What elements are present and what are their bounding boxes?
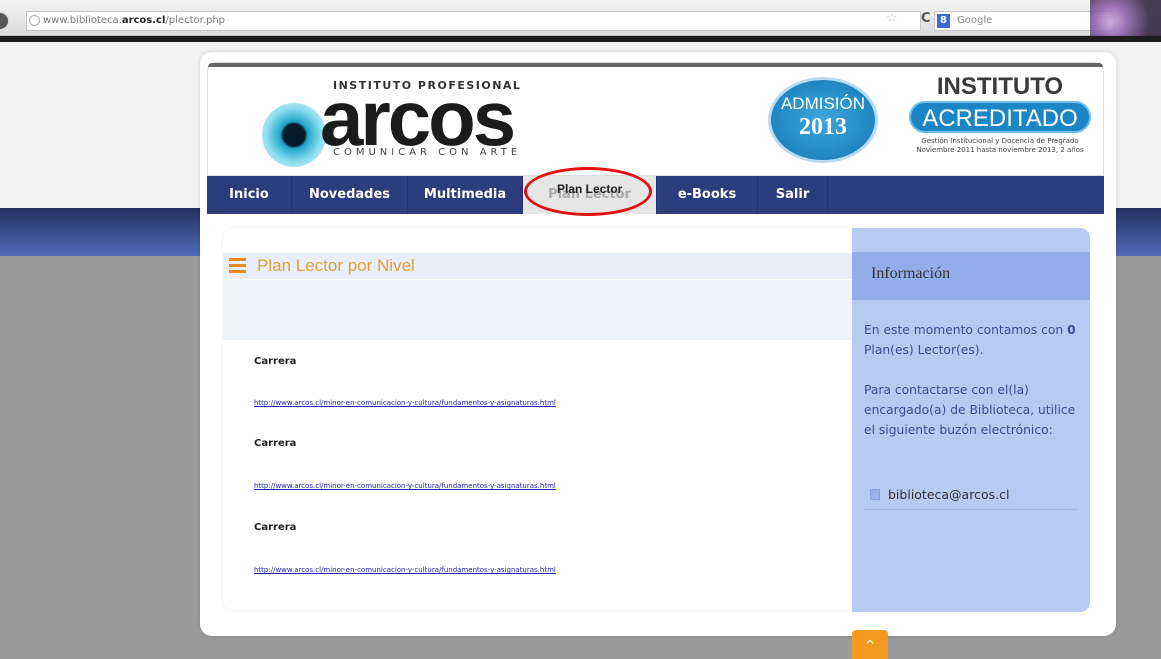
nav-item-multimedia[interactable]: Multimedia [408, 176, 523, 214]
acreditado-seal: INSTITUTO ACREDITADO Gestión Institucion… [906, 73, 1094, 165]
back-icon[interactable] [0, 11, 10, 31]
count-prefix: En este momento contamos con [864, 323, 1068, 337]
scroll-to-top-button[interactable]: ^ [852, 630, 888, 659]
entry-label: Carrera [254, 356, 297, 367]
page-title: Plan Lector por Nivel [257, 256, 415, 275]
url-domain: arcos.cl [121, 15, 166, 26]
nav-item-ebooks[interactable]: e-Books [657, 176, 758, 214]
main-nav: Inicio Novedades Multimedia Plan Lector … [207, 176, 1104, 214]
search-engine-name: Google [957, 15, 993, 26]
eye-logo-icon [262, 103, 326, 167]
menu-icon [229, 258, 246, 273]
chevron-up-icon: ^ [864, 638, 876, 652]
title-subband [223, 280, 853, 340]
mail-icon [870, 489, 880, 500]
search-engine-icon[interactable]: 8 [937, 14, 950, 28]
nav-item-novedades[interactable]: Novedades [292, 176, 408, 214]
acreditado-line1: Gestión Institucional y Docencia de Preg… [921, 137, 1079, 145]
browser-toolbar: www.biblioteca.arcos.cl/plector.php ☆ C … [0, 0, 1161, 36]
site-header: INSTITUTO PROFESIONAL arcos COMUNICAR CO… [207, 62, 1104, 176]
acreditado-line2: Noviembre 2011 hasta noviembre 2013, 2 a… [916, 146, 1084, 154]
entry-link[interactable]: http://www.arcos.cl/minor-en-comunicacio… [254, 399, 556, 407]
url-prefix: www.biblioteca. [43, 15, 122, 26]
admision-badge[interactable]: ADMISIÓN 2013 [768, 77, 878, 163]
globe-icon [29, 15, 40, 26]
logo-tagline: COMUNICAR CON ARTE [333, 147, 522, 158]
address-bar[interactable]: www.biblioteca.arcos.cl/plector.php [26, 11, 921, 31]
sidebar-count-text: En este momento contamos con 0 Plan(es) … [864, 320, 1086, 360]
acreditado-top: INSTITUTO [936, 73, 1064, 100]
bookmark-star-icon[interactable]: ☆ [886, 11, 898, 26]
plan-count: 0 [1067, 323, 1076, 337]
sidebar-contact-text: Para contactarse con el(la) encargado(a)… [864, 383, 1076, 437]
entry-link[interactable]: http://www.arcos.cl/minor-en-comunicacio… [254, 482, 556, 490]
sidebar-title: Información [871, 265, 951, 282]
acreditado-main: ACREDITADO [909, 101, 1091, 133]
nav-item-inicio[interactable]: Inicio [207, 176, 292, 214]
reload-icon[interactable]: C [921, 11, 931, 26]
entry-label: Carrera [254, 438, 297, 449]
count-suffix: Plan(es) Lector(es). [864, 343, 984, 357]
highlight-label: Plan Lector [557, 182, 623, 196]
entry-link[interactable]: http://www.arcos.cl/minor-en-comunicacio… [254, 566, 556, 574]
email-row[interactable]: biblioteca@arcos.cl [864, 482, 1078, 510]
search-input[interactable]: 8 Google [934, 11, 1114, 31]
admision-year: 2013 [799, 114, 847, 140]
entry-label: Carrera [254, 522, 297, 533]
admision-label: ADMISIÓN [780, 94, 866, 113]
browser-theme-image [1090, 0, 1161, 36]
email-link[interactable]: biblioteca@arcos.cl [888, 487, 1009, 502]
url-path: /plector.php [165, 15, 226, 26]
nav-item-salir[interactable]: Salir [758, 176, 828, 214]
